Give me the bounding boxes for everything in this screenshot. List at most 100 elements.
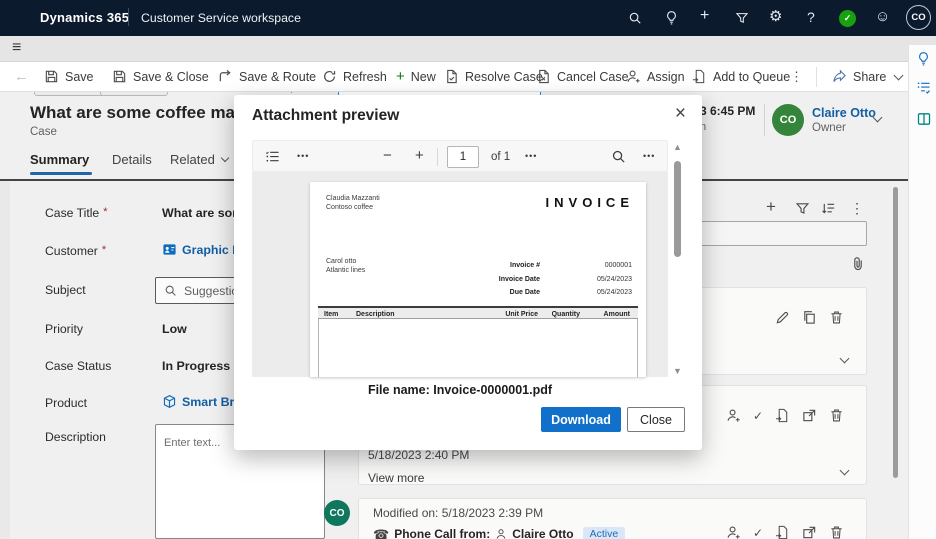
dialog-title: Attachment preview <box>252 107 400 124</box>
view-more-link[interactable]: View more <box>368 471 424 485</box>
convert-icon[interactable] <box>802 408 817 423</box>
dialog-close-icon[interactable]: × <box>675 104 686 123</box>
customer-label: Customer * <box>45 244 107 258</box>
save-close-button[interactable]: Save & Close <box>112 69 209 84</box>
search-icon[interactable] <box>628 11 642 25</box>
priority-value[interactable]: Low <box>162 322 187 336</box>
hamburger-menu-icon[interactable]: ≡ <box>12 40 21 56</box>
timeline-filter-icon[interactable] <box>795 201 810 216</box>
related-chevron-icon[interactable] <box>220 153 230 163</box>
trash-icon[interactable] <box>829 525 844 539</box>
pdf-toolbar: ••• − + 1 of 1 ••• ••• <box>252 140 668 172</box>
timeline-avatar-initials: CO <box>329 507 345 519</box>
trash-icon[interactable] <box>829 408 844 423</box>
download-button[interactable]: Download <box>541 407 621 432</box>
close-button[interactable]: Close <box>627 407 685 432</box>
owner-name-link[interactable]: Claire Otto <box>812 106 876 120</box>
resolve-case-button[interactable]: Resolve Case <box>444 69 543 84</box>
status-check-badge[interactable]: ✓ <box>839 10 856 27</box>
brand-divider <box>128 8 129 26</box>
new-button[interactable]: + New <box>396 69 436 84</box>
share-button[interactable]: Share <box>832 69 904 84</box>
refresh-button[interactable]: Refresh <box>322 69 387 84</box>
add-to-queue-icon[interactable] <box>775 408 790 423</box>
share-icon <box>832 69 847 84</box>
toolbar-separator <box>437 148 438 166</box>
complete-check-icon[interactable]: ✓ <box>753 527 763 539</box>
expand-chevron-icon[interactable] <box>839 353 850 364</box>
lightbulb-icon[interactable] <box>664 10 679 25</box>
page-number-input[interactable]: 1 <box>447 146 479 168</box>
edit-pencil-icon[interactable] <box>775 310 790 325</box>
command-bar: ← Save Save & Close Save & Route Refresh… <box>0 62 908 92</box>
new-plus-icon: + <box>396 68 405 85</box>
timeline-scrollbar[interactable] <box>893 187 898 478</box>
cancel-case-button[interactable]: Cancel Case <box>536 69 629 84</box>
back-arrow-icon[interactable]: ← <box>14 69 29 84</box>
pdf-scroll-up-icon[interactable]: ▲ <box>673 143 682 152</box>
col-unit-price: Unit Price <box>505 311 538 318</box>
pdf-more-icon-2[interactable]: ••• <box>525 152 537 161</box>
col-description: Description <box>356 311 395 318</box>
timeline-more-icon[interactable]: ⋮ <box>850 201 864 215</box>
timeline-add-icon[interactable]: + <box>766 198 776 215</box>
suggestions-bulb-icon[interactable] <box>916 51 931 66</box>
timeline-sort-icon[interactable] <box>821 201 836 216</box>
owner-avatar[interactable]: CO <box>772 104 804 136</box>
trash-icon[interactable] <box>829 310 844 325</box>
save-route-button[interactable]: Save & Route <box>218 69 316 84</box>
feedback-smiley-icon[interactable]: ☺ <box>875 9 890 24</box>
app-name: Customer Service workspace <box>141 11 301 25</box>
pdf-outline-icon[interactable] <box>265 149 280 164</box>
save-button[interactable]: Save <box>44 69 94 84</box>
complete-check-icon[interactable]: ✓ <box>753 410 763 422</box>
tasks-list-icon[interactable] <box>916 80 931 95</box>
description-placeholder: Enter text... <box>164 437 221 449</box>
commandbar-overflow-icon[interactable]: ⋮ <box>790 70 803 83</box>
add-to-queue-button[interactable]: Add to Queue <box>692 69 790 84</box>
required-asterisk: * <box>101 244 107 256</box>
settings-gear-icon[interactable]: ⚙ <box>769 9 782 24</box>
commandbar-divider <box>816 67 817 87</box>
case-status-value[interactable]: In Progress <box>162 359 230 373</box>
zoom-out-icon[interactable]: − <box>383 148 392 163</box>
assign-person-icon[interactable] <box>726 408 741 423</box>
save-icon <box>44 69 59 84</box>
help-icon[interactable]: ? <box>807 10 815 24</box>
pdf-scroll-down-icon[interactable]: ▼ <box>673 367 682 376</box>
user-avatar[interactable]: CO <box>906 5 931 30</box>
session-tab-strip: ≡ Home Inbox A Mineral Build Up in Water… <box>0 36 936 97</box>
assign-person-icon[interactable] <box>726 525 741 539</box>
zoom-in-icon[interactable]: + <box>415 148 424 163</box>
case-title-label: Case Title * <box>45 206 108 220</box>
tab-related[interactable]: Related <box>170 152 215 167</box>
phone-icon: ☎ <box>373 526 390 539</box>
attachment-preview-dialog: Attachment preview × ••• − + 1 of 1 ••• … <box>234 95 702 450</box>
add-to-queue-icon[interactable] <box>775 525 790 539</box>
timeline-card-phone-call-2[interactable]: Modified on: 5/18/2023 2:39 PM ☎ Phone C… <box>358 498 867 539</box>
attachment-paperclip-icon[interactable] <box>850 255 866 273</box>
invoice-from-org: Contoso coffee <box>326 203 373 211</box>
pdf-more-icon-3[interactable]: ••• <box>643 152 655 161</box>
tab-details[interactable]: Details <box>112 152 152 167</box>
pdf-scrollbar-thumb[interactable] <box>674 161 681 257</box>
owner-chevron-icon[interactable] <box>872 112 883 123</box>
phone-call-person[interactable]: Claire Otto <box>512 527 573 539</box>
copy-icon[interactable] <box>802 310 817 325</box>
description-label: Description <box>45 430 106 444</box>
tab-summary[interactable]: Summary <box>30 152 89 167</box>
expand-chevron-icon[interactable] <box>839 465 850 476</box>
person-icon <box>495 528 507 539</box>
filter-icon[interactable] <box>735 11 749 25</box>
knowledge-book-icon[interactable] <box>916 111 932 127</box>
top-nav-bar: Dynamics 365 Customer Service workspace … <box>0 0 936 36</box>
plus-icon[interactable]: + <box>700 8 709 24</box>
pdf-search-icon[interactable] <box>611 149 626 164</box>
assign-button[interactable]: Assign <box>626 69 685 84</box>
resolve-case-icon <box>444 69 459 84</box>
phone-call-from-label: Phone Call from: <box>394 527 491 539</box>
invoice-date-value: 05/24/2023 <box>596 276 632 283</box>
pdf-more-icon[interactable]: ••• <box>297 152 309 161</box>
save-close-icon <box>112 69 127 84</box>
convert-icon[interactable] <box>802 525 817 539</box>
